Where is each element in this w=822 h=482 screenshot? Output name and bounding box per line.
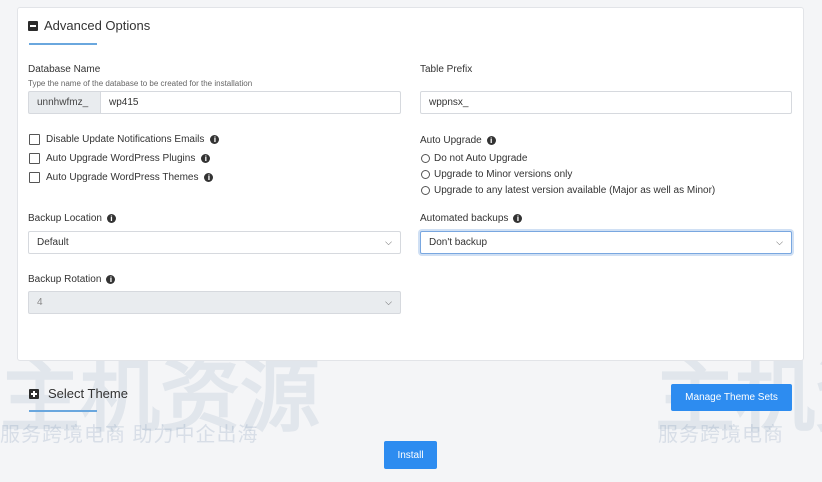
select-theme-header[interactable]: Select Theme	[29, 386, 128, 401]
auto-upgrade-radio-minor[interactable]: Upgrade to Minor versions only	[421, 169, 572, 180]
automated-backups-value: Don't backup	[429, 237, 488, 248]
auto-upgrade-label: Auto Upgrade i	[420, 135, 496, 146]
chevron-down-icon: ⌵	[385, 297, 392, 307]
radio-label: Upgrade to Minor versions only	[434, 169, 573, 180]
database-name-label: Database Name	[28, 64, 101, 75]
advanced-options-title: Advanced Options	[44, 18, 151, 33]
install-button[interactable]: Install	[384, 441, 437, 469]
disable-update-notifications-checkbox[interactable]: Disable Update Notifications Emails i	[29, 134, 220, 145]
checkbox-label: Auto Upgrade WordPress Themes	[46, 172, 199, 183]
backup-rotation-value: 4	[37, 297, 43, 308]
info-icon[interactable]: i	[486, 136, 496, 145]
table-prefix-input[interactable]: wppnsx_	[420, 91, 792, 114]
info-icon[interactable]: i	[106, 214, 116, 223]
database-name-input[interactable]: wp415	[100, 91, 401, 114]
checkbox-label: Auto Upgrade WordPress Plugins	[46, 153, 196, 164]
select-theme-title: Select Theme	[48, 386, 128, 401]
collapse-icon[interactable]	[28, 20, 38, 31]
auto-upgrade-radio-none[interactable]: Do not Auto Upgrade	[421, 153, 527, 164]
radio-label: Do not Auto Upgrade	[434, 153, 528, 164]
backup-rotation-label-text: Backup Rotation	[28, 274, 102, 285]
advanced-options-underline	[29, 43, 97, 45]
database-name-hint: Type the name of the database to be crea…	[28, 79, 253, 88]
auto-upgrade-themes-checkbox[interactable]: Auto Upgrade WordPress Themes i	[29, 172, 214, 183]
chevron-down-icon: ⌵	[385, 237, 392, 247]
expand-icon[interactable]	[29, 388, 39, 399]
backup-location-label-text: Backup Location	[28, 213, 102, 224]
automated-backups-label: Automated backups i	[420, 213, 523, 224]
auto-upgrade-plugins-checkbox[interactable]: Auto Upgrade WordPress Plugins i	[29, 153, 211, 164]
backup-rotation-select[interactable]: 4 ⌵	[28, 291, 401, 314]
info-icon[interactable]: i	[210, 135, 220, 144]
advanced-options-header[interactable]: Advanced Options	[28, 18, 150, 33]
automated-backups-label-text: Automated backups	[420, 213, 509, 224]
select-theme-underline	[29, 410, 97, 412]
radio-circle[interactable]	[421, 186, 430, 195]
backup-location-select[interactable]: Default ⌵	[28, 231, 401, 254]
automated-backups-select[interactable]: Don't backup ⌵	[420, 231, 792, 254]
radio-circle[interactable]	[421, 154, 430, 163]
backup-location-label: Backup Location i	[28, 213, 116, 224]
backup-location-value: Default	[37, 237, 69, 248]
manage-theme-sets-button[interactable]: Manage Theme Sets	[671, 384, 792, 411]
database-prefix-addon: unnhwfmz_	[28, 91, 100, 114]
checkbox-box[interactable]	[29, 153, 40, 164]
info-icon[interactable]: i	[201, 154, 211, 163]
table-prefix-label: Table Prefix	[420, 64, 473, 75]
radio-circle[interactable]	[421, 170, 430, 179]
auto-upgrade-radio-latest[interactable]: Upgrade to any latest version available …	[421, 185, 715, 196]
radio-label: Upgrade to any latest version available …	[434, 185, 716, 196]
watermark-tagline: 服务跨境电商 助力中企出海	[0, 424, 259, 446]
checkbox-box[interactable]	[29, 172, 40, 183]
info-icon[interactable]: i	[106, 275, 116, 284]
checkbox-box[interactable]	[29, 134, 40, 145]
checkbox-label: Disable Update Notifications Emails	[46, 134, 205, 145]
info-icon[interactable]: i	[513, 214, 523, 223]
chevron-down-icon: ⌵	[776, 237, 783, 247]
watermark-tagline: 服务跨境电商	[658, 424, 784, 446]
auto-upgrade-label-text: Auto Upgrade	[420, 135, 482, 146]
info-icon[interactable]: i	[204, 173, 214, 182]
backup-rotation-label: Backup Rotation i	[28, 274, 116, 285]
